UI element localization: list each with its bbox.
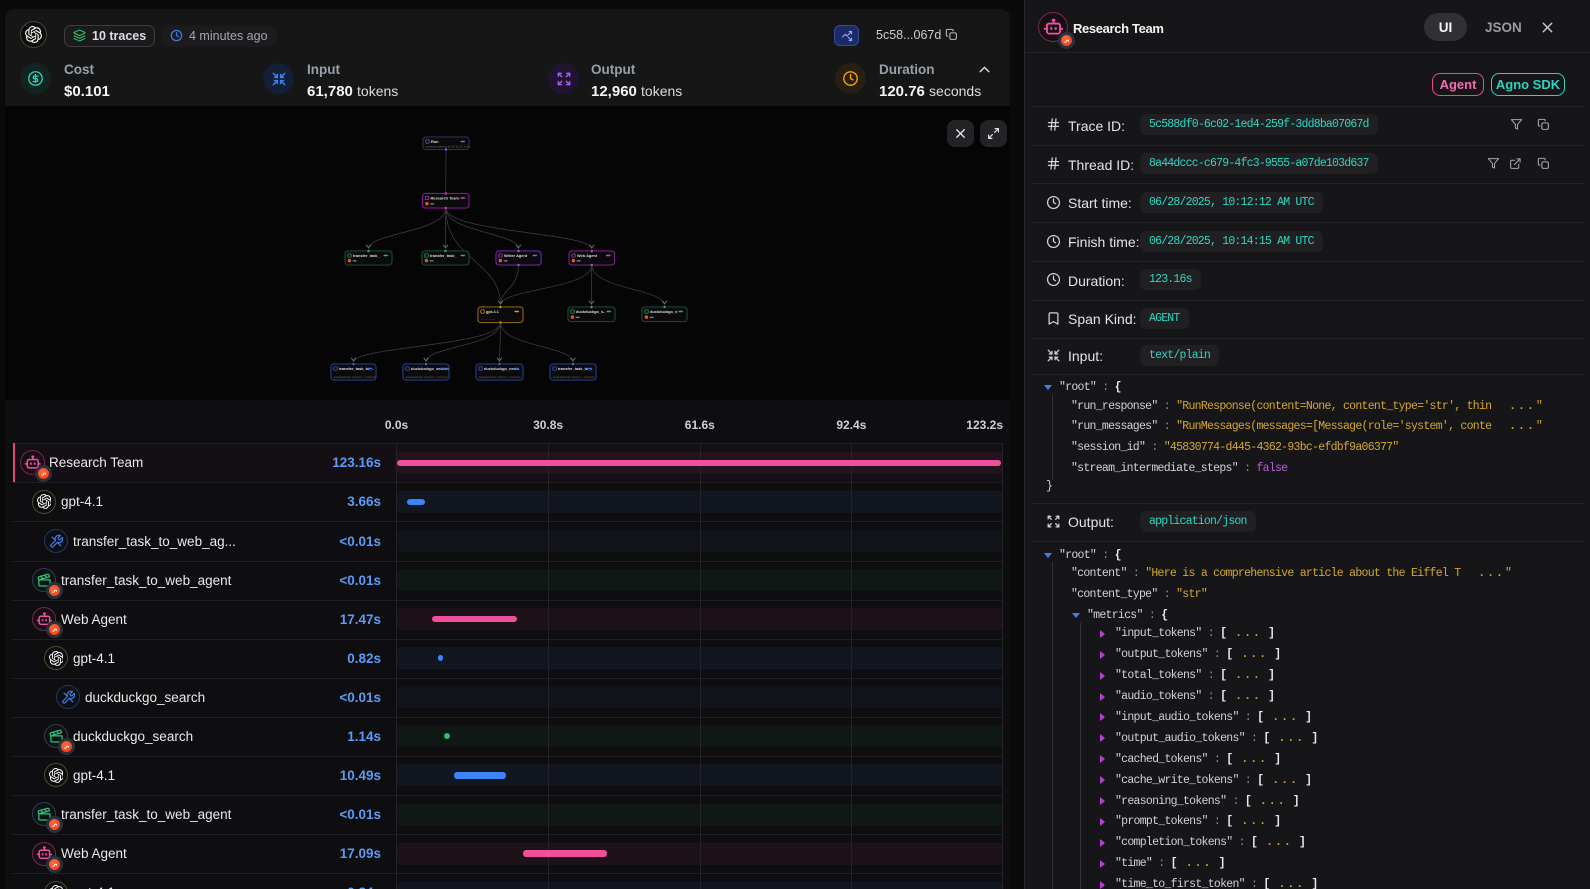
svg-text:Research Team: Research Team — [431, 196, 460, 201]
svg-text:duckduckgo_n: duckduckgo_n — [650, 309, 678, 314]
svg-text:transfer_task_: transfer_task_ — [353, 253, 380, 258]
svg-text:selected text xxxxxx + xxxxxxx: selected text xxxxxx + xxxxxxx — [479, 375, 521, 379]
svg-text:duckduckgo_news: duckduckgo_news — [484, 366, 519, 371]
svg-text:gpt-4.1: gpt-4.1 — [486, 309, 500, 314]
svg-text:transfer_task_to_..: transfer_task_to_.. — [558, 366, 593, 371]
svg-text:selected text xxxxxx + xxxxxxx: selected text xxxxxx + xxxxxxx — [334, 375, 376, 379]
svg-text:duckduckgo_s..: duckduckgo_s.. — [576, 309, 605, 314]
svg-text:Web Agent: Web Agent — [577, 253, 598, 258]
svg-text:Writer Agent: Writer Agent — [504, 253, 528, 258]
svg-text:selected text xxxxxx + xxxxxxx: selected text xxxxxx + xxxxxxx — [406, 375, 448, 379]
svg-text:session started at 10:12:12 xx: session started at 10:12:12 xxxx — [426, 144, 471, 148]
svg-text:selected text xxxxxx + xxxxxxx: selected text xxxxxx + xxxxxxx — [553, 375, 595, 379]
svg-text:transfer_task_: transfer_task_ — [430, 253, 457, 258]
svg-text:— — ——: — — —— — [481, 317, 496, 321]
